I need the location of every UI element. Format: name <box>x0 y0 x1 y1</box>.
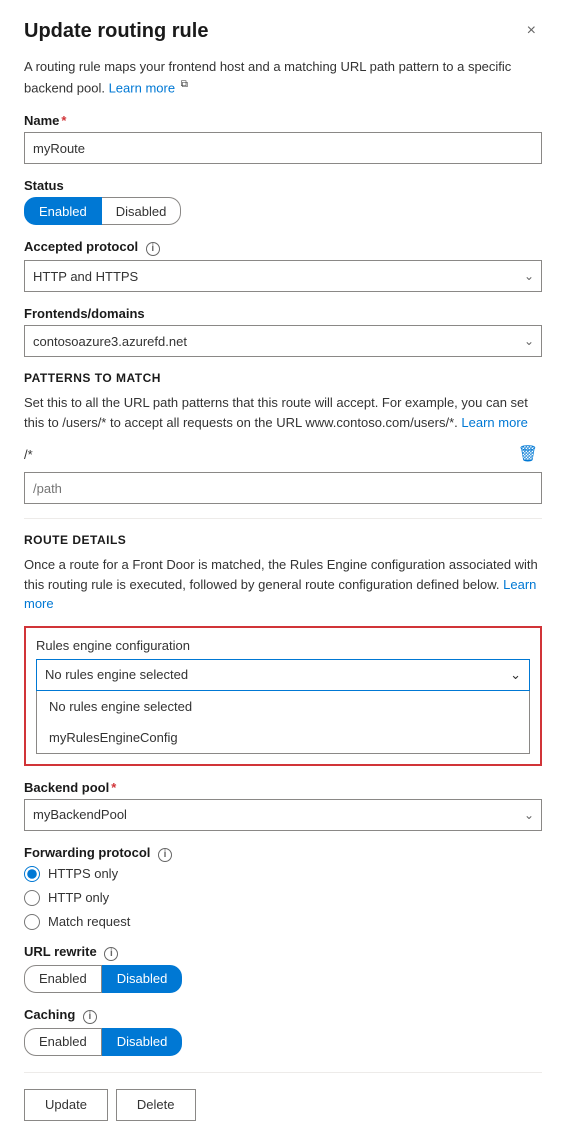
protocol-select-wrapper: HTTP and HTTPS HTTPS only HTTP only ⌄ <box>24 260 542 292</box>
panel-title: Update routing rule <box>24 20 208 43</box>
forwarding-info-icon[interactable]: i <box>158 848 172 862</box>
protocol-info-icon[interactable]: i <box>146 242 160 256</box>
description-text: A routing rule maps your frontend host a… <box>24 59 511 95</box>
backend-pool-required: * <box>111 780 116 795</box>
name-label: Name* <box>24 113 542 128</box>
rules-engine-option-myconfig[interactable]: myRulesEngineConfig <box>37 722 529 753</box>
forwarding-protocol-field-group: Forwarding protocol i HTTPS only HTTP on… <box>24 845 542 930</box>
patterns-learn-more-link[interactable]: Learn more <box>461 415 527 430</box>
forwarding-https-only[interactable]: HTTPS only <box>24 866 542 882</box>
url-rewrite-disabled-button[interactable]: Disabled <box>102 965 183 993</box>
backend-pool-select[interactable]: myBackendPool <box>24 799 542 831</box>
status-enabled-button[interactable]: Enabled <box>24 197 102 225</box>
name-field-group: Name* <box>24 113 542 164</box>
rules-engine-dropdown-list: No rules engine selected myRulesEngineCo… <box>36 691 530 754</box>
pattern-value: /* <box>24 447 514 462</box>
rules-engine-chevron-icon: ⌄ <box>510 667 521 683</box>
external-link-icon: ⧉ <box>181 79 188 90</box>
close-button[interactable]: × <box>521 20 542 42</box>
protocol-select[interactable]: HTTP and HTTPS HTTPS only HTTP only <box>24 260 542 292</box>
url-rewrite-toggle: Enabled Disabled <box>24 965 542 993</box>
panel-header: Update routing rule × <box>24 20 542 43</box>
delete-button[interactable]: Delete <box>116 1089 196 1121</box>
patterns-desc-text: Set this to all the URL path patterns th… <box>24 395 528 430</box>
rules-engine-label: Rules engine configuration <box>36 638 530 653</box>
forwarding-http-label: HTTP only <box>48 890 109 905</box>
status-label: Status <box>24 178 542 193</box>
status-toggle: Enabled Disabled <box>24 197 542 225</box>
forwarding-match-label: Match request <box>48 914 130 929</box>
status-disabled-button[interactable]: Disabled <box>102 197 182 225</box>
route-description: Once a route for a Front Door is matched… <box>24 555 542 614</box>
rules-engine-selected-text: No rules engine selected <box>45 667 188 682</box>
panel-description: A routing rule maps your frontend host a… <box>24 57 542 97</box>
update-button[interactable]: Update <box>24 1089 108 1121</box>
patterns-section-title: PATTERNS TO MATCH <box>24 371 542 385</box>
path-input[interactable] <box>24 472 542 504</box>
status-field-group: Status Enabled Disabled <box>24 178 542 225</box>
caching-label: Caching i <box>24 1007 542 1024</box>
frontends-select[interactable]: contosoazure3.azurefd.net <box>24 325 542 357</box>
frontends-label: Frontends/domains <box>24 306 542 321</box>
name-input[interactable] <box>24 132 542 164</box>
update-routing-rule-panel: Update routing rule × A routing rule map… <box>0 0 566 1145</box>
delete-pattern-icon[interactable]: 🗑 <box>514 442 542 466</box>
rules-engine-box: Rules engine configuration No rules engi… <box>24 626 542 766</box>
forwarding-protocol-label: Forwarding protocol i <box>24 845 542 862</box>
caching-enabled-button[interactable]: Enabled <box>24 1028 102 1056</box>
rules-engine-dropdown-trigger[interactable]: No rules engine selected ⌄ <box>36 659 530 691</box>
pattern-row: /* 🗑 <box>24 442 542 466</box>
section-divider <box>24 518 542 519</box>
backend-pool-select-wrapper: myBackendPool ⌄ <box>24 799 542 831</box>
protocol-label: Accepted protocol i <box>24 239 542 256</box>
rules-engine-option-none[interactable]: No rules engine selected <box>37 691 529 722</box>
url-rewrite-enabled-button[interactable]: Enabled <box>24 965 102 993</box>
path-field-group <box>24 472 542 504</box>
backend-pool-label: Backend pool* <box>24 780 542 795</box>
patterns-description: Set this to all the URL path patterns th… <box>24 393 542 432</box>
footer-buttons: Update Delete <box>24 1072 542 1121</box>
route-section-title: ROUTE DETAILS <box>24 533 542 547</box>
backend-pool-field-group: Backend pool* myBackendPool ⌄ <box>24 780 542 831</box>
forwarding-https-radio[interactable] <box>24 866 40 882</box>
url-rewrite-label: URL rewrite i <box>24 944 542 961</box>
name-required: * <box>61 113 66 128</box>
protocol-field-group: Accepted protocol i HTTP and HTTPS HTTPS… <box>24 239 542 292</box>
description-learn-more-link[interactable]: Learn more <box>109 80 175 95</box>
forwarding-http-radio[interactable] <box>24 890 40 906</box>
frontends-select-wrapper: contosoazure3.azurefd.net ⌄ <box>24 325 542 357</box>
route-desc-text: Once a route for a Front Door is matched… <box>24 557 538 592</box>
caching-disabled-button[interactable]: Disabled <box>102 1028 183 1056</box>
frontends-field-group: Frontends/domains contosoazure3.azurefd.… <box>24 306 542 357</box>
url-rewrite-field-group: URL rewrite i Enabled Disabled <box>24 944 542 993</box>
caching-info-icon[interactable]: i <box>83 1010 97 1024</box>
forwarding-match-request[interactable]: Match request <box>24 914 542 930</box>
forwarding-https-label: HTTPS only <box>48 866 118 881</box>
caching-toggle: Enabled Disabled <box>24 1028 542 1056</box>
caching-field-group: Caching i Enabled Disabled <box>24 1007 542 1056</box>
forwarding-protocol-radio-group: HTTPS only HTTP only Match request <box>24 866 542 930</box>
forwarding-http-only[interactable]: HTTP only <box>24 890 542 906</box>
url-rewrite-info-icon[interactable]: i <box>104 947 118 961</box>
forwarding-match-radio[interactable] <box>24 914 40 930</box>
